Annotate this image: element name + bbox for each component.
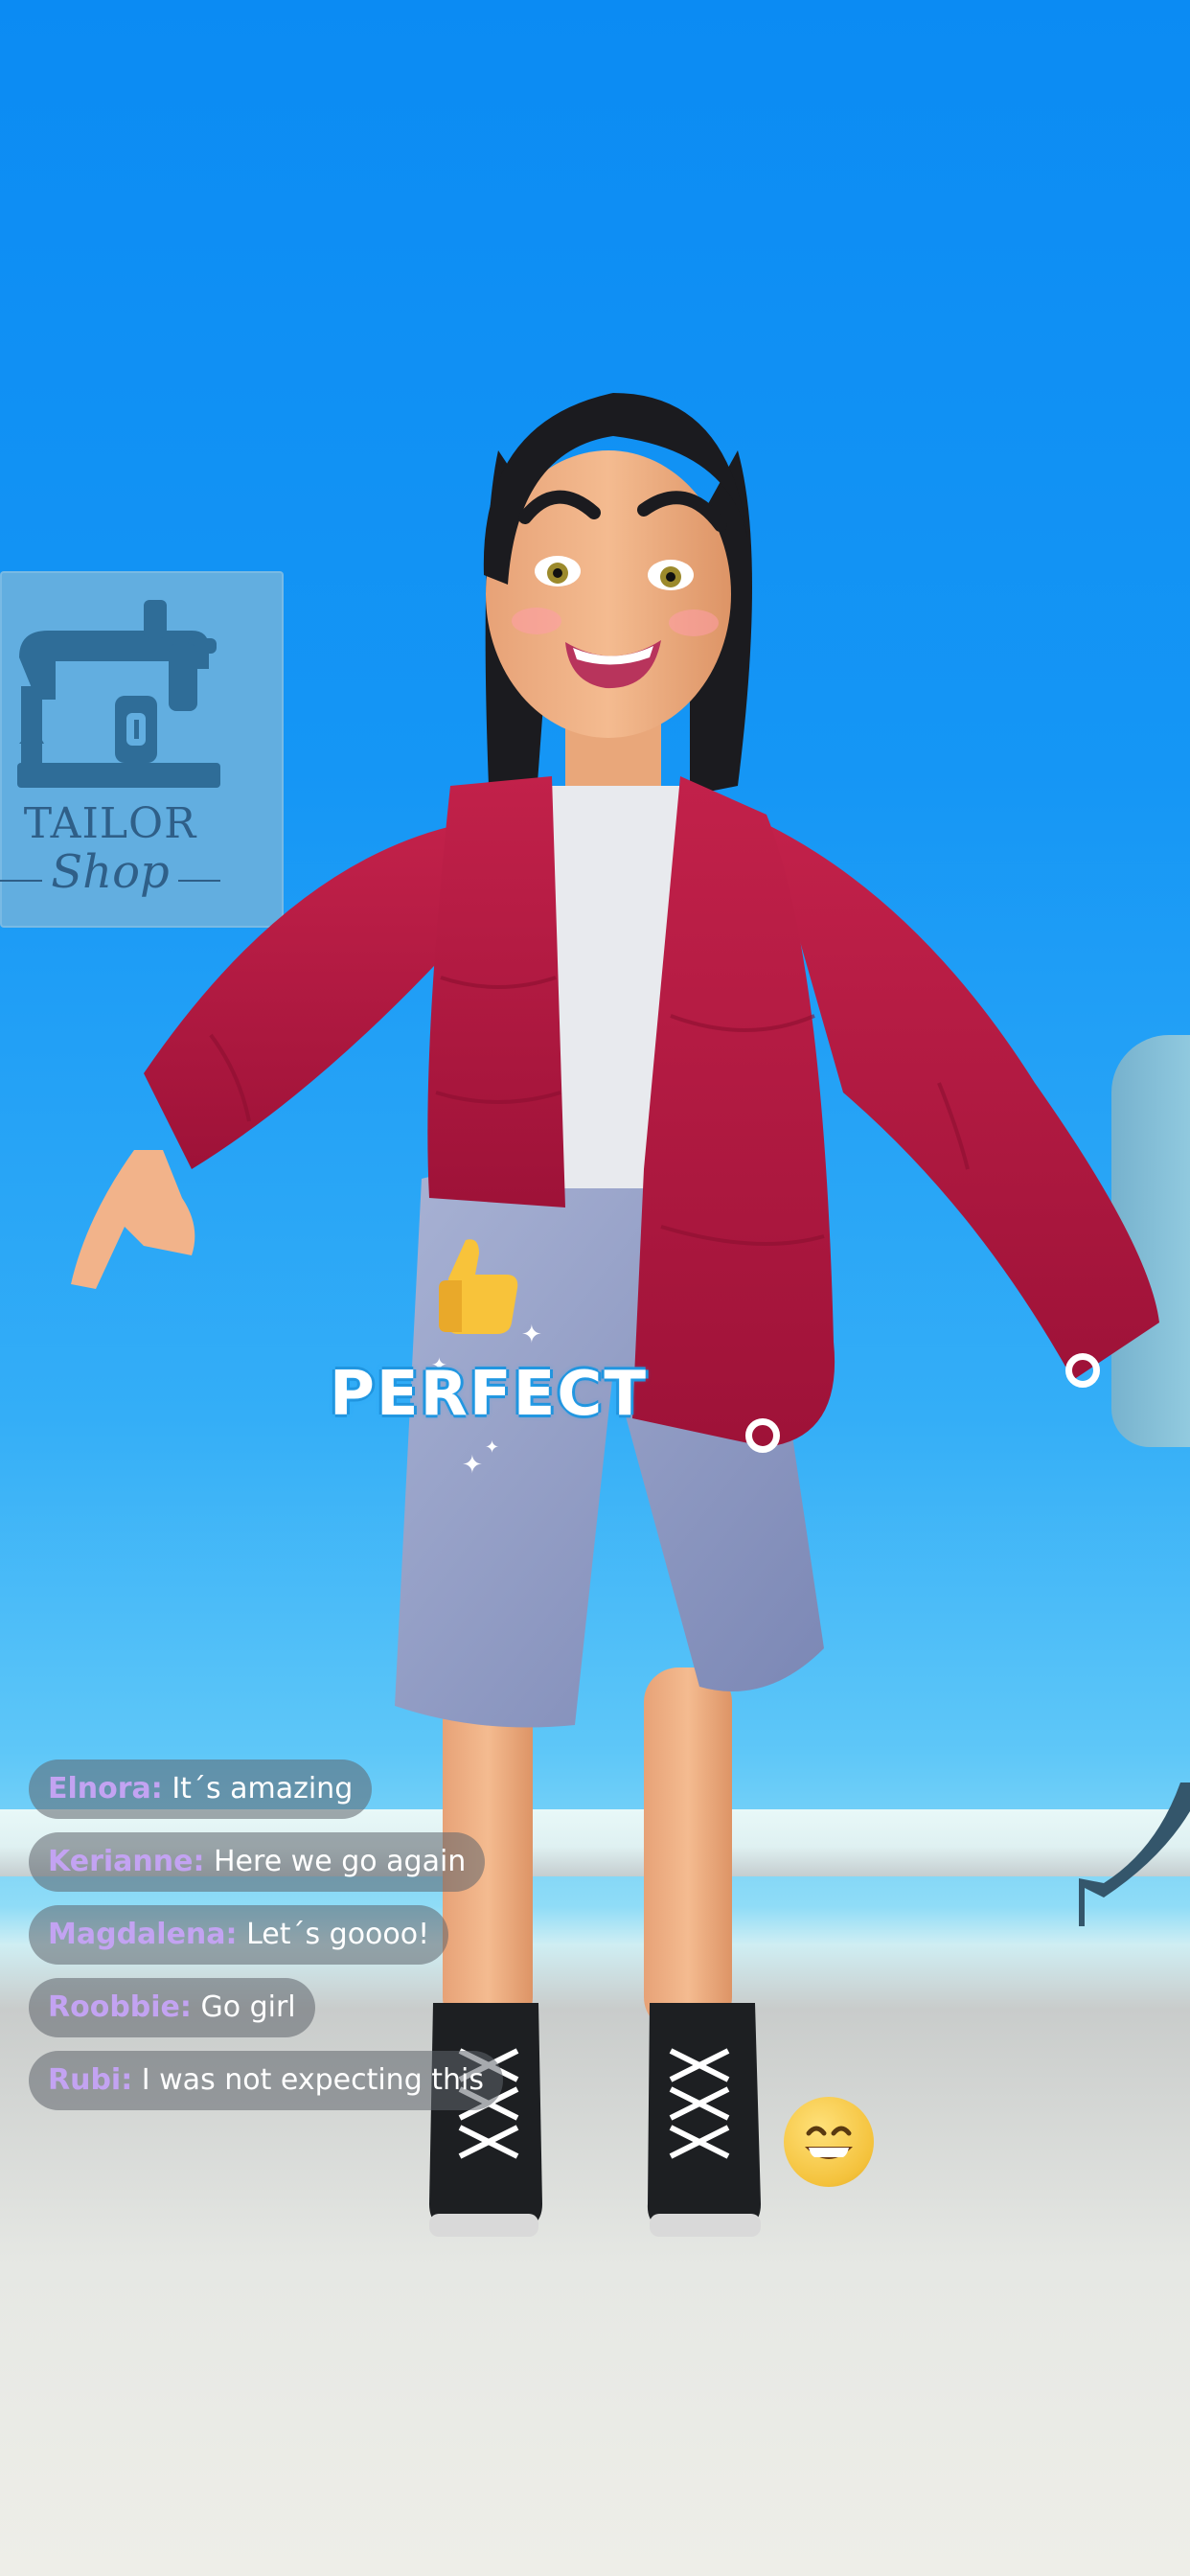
- emoji-reaction-button[interactable]: [784, 2097, 874, 2187]
- grinning-face-icon: [805, 2126, 853, 2159]
- chat-message: Roobbie: Go girl: [29, 1978, 315, 2037]
- chat-username: Magdalena:: [48, 1918, 238, 1951]
- chat-message: Kerianne: Here we go again: [29, 1832, 486, 1892]
- game-scene: TAILOR Shop ✦ ✦ ✦ ✦ PERFECT Elnora: It´s…: [0, 0, 1190, 2576]
- chat-text: Let´s goooo!: [246, 1918, 430, 1951]
- chat-username: Roobbie:: [48, 1990, 192, 2024]
- chat-message: Magdalena: Let´s goooo!: [29, 1905, 449, 1965]
- sparkle-icon: ✦: [521, 1321, 542, 1349]
- cut-point-marker[interactable]: [1065, 1353, 1100, 1388]
- chat-username: Rubi:: [48, 2063, 133, 2097]
- chat-text: Here we go again: [214, 1845, 467, 1878]
- chat-message: Rubi: I was not expecting this: [29, 2051, 504, 2110]
- player-avatar: [71, 393, 1159, 2237]
- perfect-feedback-label: PERFECT: [330, 1359, 648, 1430]
- cut-point-marker[interactable]: [745, 1418, 780, 1453]
- chat-username: Kerianne:: [48, 1845, 205, 1878]
- sparkle-icon: ✦: [462, 1451, 483, 1480]
- chat-text: I was not expecting this: [141, 2063, 485, 2097]
- thumbs-up-icon: [439, 1239, 518, 1334]
- chat-text: It´s amazing: [172, 1772, 354, 1806]
- chat-message: Elnora: It´s amazing: [29, 1760, 373, 1819]
- chat-text: Go girl: [200, 1990, 296, 2024]
- chat-username: Elnora:: [48, 1772, 163, 1806]
- sparkle-icon: ✦: [485, 1438, 500, 1458]
